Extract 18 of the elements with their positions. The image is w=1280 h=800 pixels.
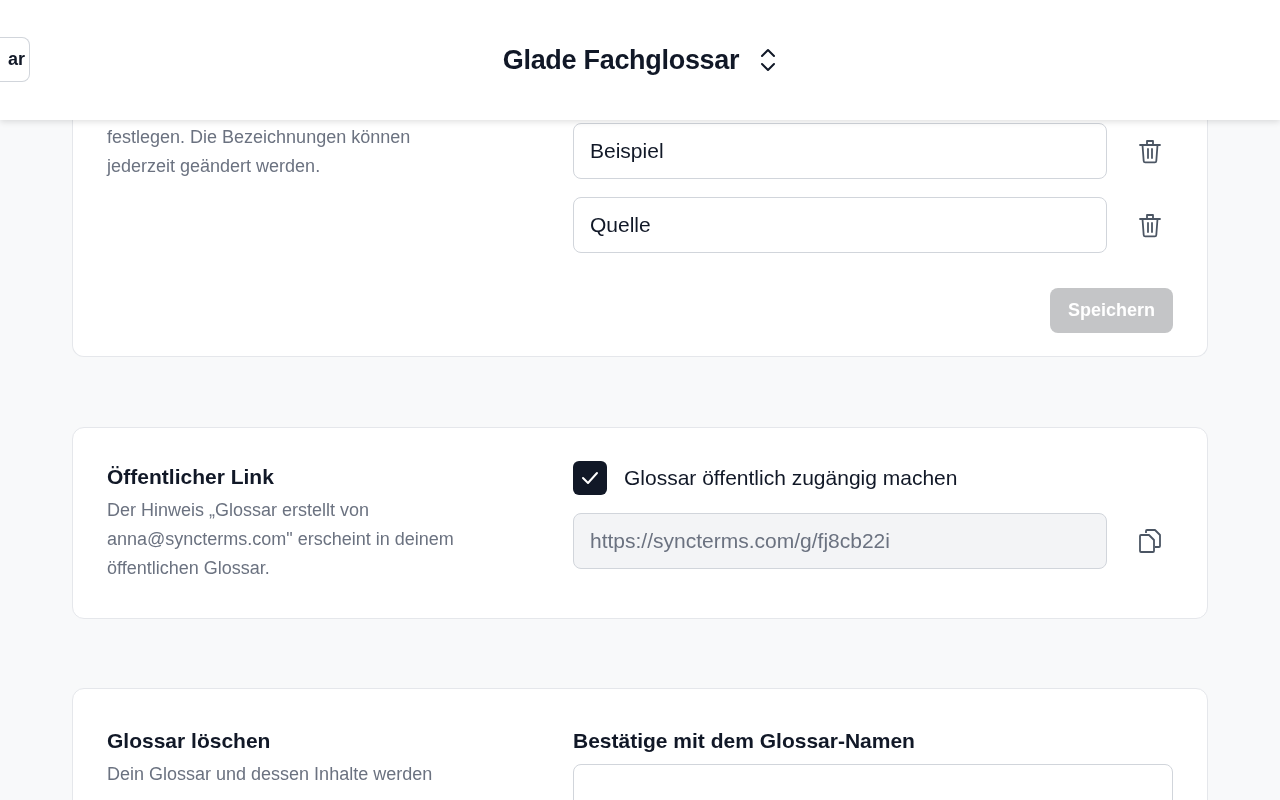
- chevron-up-down-icon[interactable]: [759, 47, 778, 73]
- checkbox-label[interactable]: Glossar öffentlich zugängig machen: [624, 462, 958, 494]
- text-field[interactable]: Beispiel: [573, 123, 1107, 179]
- glossary-title[interactable]: Glade Fachglossar: [502, 39, 740, 81]
- section-description: festlegen. Die Bezeichnungen können jederzeit geändert werden.: [107, 126, 412, 178]
- copy-icon[interactable]: [1138, 528, 1162, 554]
- section-title: Glossar löschen: [107, 728, 272, 754]
- section-title: Öffentlicher Link: [107, 464, 275, 490]
- url-field[interactable]: https://syncterms.com/g/fj8cb22i: [573, 513, 1107, 569]
- section-description: Der Hinweis „Glossar erstellt von anna@syncterms.com" erscheint in deinem öffentlichen Glossar.: [107, 499, 455, 580]
- back-button[interactable]: ar: [0, 37, 30, 82]
- field-label: Bestätige mit dem Glossar-Namen: [573, 728, 916, 754]
- check-icon: [581, 471, 599, 485]
- trash-icon[interactable]: [1139, 212, 1161, 238]
- text-field[interactable]: Quelle: [573, 197, 1107, 253]
- checkbox[interactable]: [573, 461, 607, 495]
- trash-icon[interactable]: [1139, 138, 1161, 164]
- section-description: Dein Glossar und dessen Inhalte werden: [107, 763, 434, 786]
